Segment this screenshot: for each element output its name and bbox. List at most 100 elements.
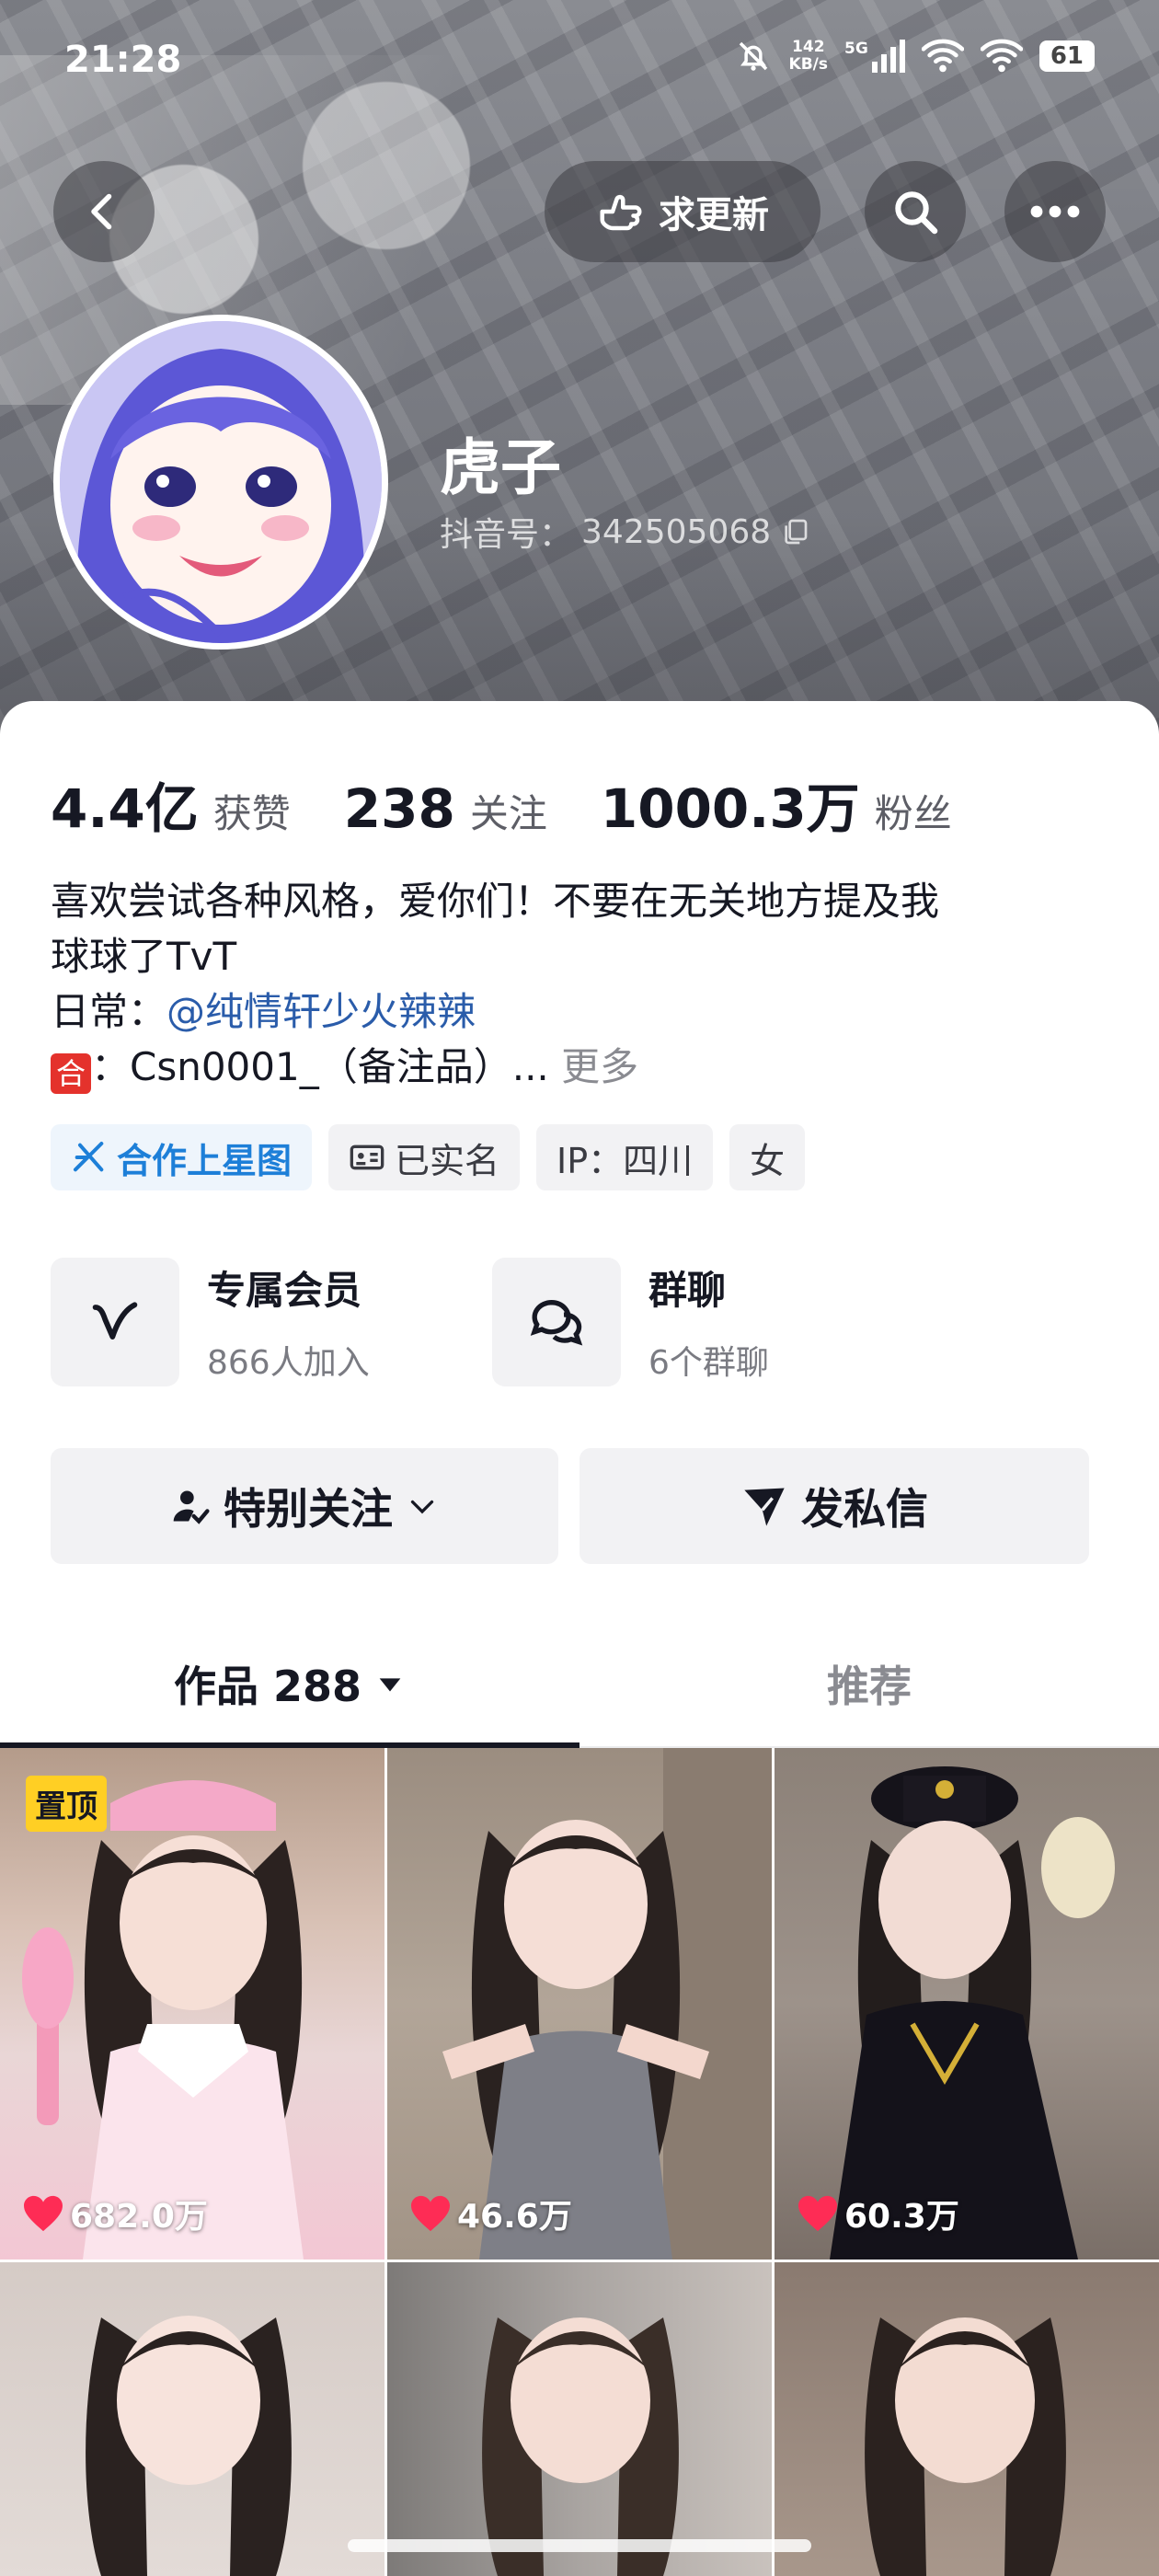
mute-bell-icon <box>739 41 767 71</box>
tag-verified-label: 已实名 <box>395 1140 500 1181</box>
send-message-label: 发私信 <box>801 1484 928 1534</box>
bio-line-1: 喜欢尝试各种风格，爱你们！不要在无关地方提及我 <box>51 879 940 924</box>
following-label: 关注 <box>469 791 547 836</box>
heart-icon <box>24 2195 63 2232</box>
video-cover-illustration <box>86 2316 292 2576</box>
video-cover <box>387 1748 772 2260</box>
tag-ip-label: IP：四川 <box>557 1140 694 1181</box>
video-thumbnail[interactable]: 置顶 682.0万 <box>0 1748 384 2260</box>
heart-icon <box>411 2195 450 2232</box>
video-cover <box>775 1748 1159 2260</box>
request-update-label: 求更新 <box>659 194 769 236</box>
bio-mention-link[interactable]: @纯情轩少火辣辣 <box>166 989 476 1034</box>
tab-recommend-label: 推荐 <box>827 1662 912 1711</box>
video-grid: 置顶 682.0万 46.6万 60.3万 <box>0 1748 1159 2576</box>
likes-count[interactable]: 4.4亿 <box>51 765 199 843</box>
more-button[interactable] <box>1004 161 1106 262</box>
profile-card: 4.4亿 获赞 238 关注 1000.3万 粉丝 喜欢尝试各种风格，爱你们！不… <box>0 701 1159 1748</box>
video-cover-illustration <box>482 2317 679 2576</box>
signal-5g-icon: 5G <box>844 40 905 73</box>
group-chat-text: 群聊 6个群聊 <box>648 1259 769 1384</box>
status-time: 21:28 <box>64 39 182 81</box>
video-likes: 60.3万 <box>797 2190 959 2237</box>
video-likes-count: 46.6万 <box>457 2198 572 2236</box>
tag-gender: 女 <box>729 1124 806 1190</box>
video-thumbnail[interactable] <box>387 2262 772 2576</box>
membership-subtitle: 866人加入 <box>207 1344 370 1382</box>
avatar[interactable] <box>53 315 388 650</box>
send-message-button[interactable]: 发私信 <box>580 1448 1089 1564</box>
caret-down-icon <box>379 1678 401 1692</box>
more-icon <box>1030 205 1080 218</box>
wifi-icon <box>921 39 964 73</box>
video-thumbnail[interactable] <box>0 2262 384 2576</box>
avatar-illustration <box>60 321 382 643</box>
chevron-down-icon <box>410 1500 434 1514</box>
hand-point-icon <box>600 194 642 231</box>
status-icons: 142 KB/s 5G 61 <box>734 37 1095 75</box>
wifi-icon <box>980 39 1023 73</box>
copy-icon[interactable] <box>780 517 809 546</box>
douyin-id-label: 抖音号： <box>440 516 573 554</box>
back-button[interactable] <box>53 161 155 262</box>
video-thumbnail[interactable]: 46.6万 <box>387 1748 772 2260</box>
video-likes: 682.0万 <box>22 2190 208 2237</box>
membership-entry[interactable]: 专属会员 866人加入 <box>51 1255 370 1388</box>
bio-more-link[interactable]: 更多 <box>561 1044 638 1089</box>
pinned-badge: 置顶 <box>26 1776 107 1832</box>
user-follow-icon <box>173 1490 210 1524</box>
bio-contact-text: ：Csn0001_（备注品）... <box>91 1044 549 1089</box>
group-chat-entry[interactable]: 群聊 6个群聊 <box>492 1255 769 1388</box>
tag-verified[interactable]: 已实名 <box>328 1124 521 1190</box>
group-chat-icon-box <box>492 1257 621 1386</box>
request-update-button[interactable]: 求更新 <box>545 161 820 262</box>
profile-tags: 合作上星图 已实名 IP：四川 女 <box>51 1124 806 1190</box>
group-chat-title: 群聊 <box>648 1268 727 1313</box>
signal-label: 5G <box>844 40 868 58</box>
video-thumbnail[interactable] <box>775 2262 1159 2576</box>
video-cover <box>775 2262 1159 2576</box>
tab-recommend[interactable]: 推荐 <box>580 1621 1159 1746</box>
video-cover <box>0 2262 384 2576</box>
tab-works[interactable]: 作品 288 <box>0 1621 580 1746</box>
content-tabs: 作品 288 推荐 <box>0 1621 1159 1748</box>
home-indicator[interactable] <box>348 2539 811 2552</box>
tab-works-label: 作品 288 <box>173 1662 362 1711</box>
he-badge-icon: 合 <box>51 1053 91 1094</box>
bio: 喜欢尝试各种风格，爱你们！不要在无关地方提及我 球球了TvT 日常：@纯情轩少火… <box>51 874 1108 1095</box>
id-card-icon <box>350 1144 384 1170</box>
membership-text: 专属会员 866人加入 <box>207 1259 370 1384</box>
net-speed-unit: KB/s <box>788 55 829 74</box>
video-likes-count: 682.0万 <box>70 2198 208 2236</box>
video-thumbnail[interactable]: 60.3万 <box>775 1748 1159 2260</box>
net-speed-value: 142 <box>792 38 825 56</box>
special-follow-button[interactable]: 特别关注 <box>51 1448 558 1564</box>
group-chat-subtitle: 6个群聊 <box>648 1344 769 1382</box>
followers-count[interactable]: 1000.3万 <box>601 765 860 843</box>
douyin-id[interactable]: 抖音号： 342505068 <box>440 508 809 556</box>
chat-bubbles-icon <box>530 1299 583 1346</box>
stats-row: 4.4亿 获赞 238 关注 1000.3万 粉丝 <box>51 765 1005 843</box>
search-button[interactable] <box>865 161 966 262</box>
following-count[interactable]: 238 <box>344 777 455 840</box>
net-speed: 142 KB/s <box>789 39 828 74</box>
tag-star-map-label: 合作上星图 <box>117 1140 293 1181</box>
special-follow-label: 特别关注 <box>224 1484 393 1534</box>
membership-title: 专属会员 <box>207 1268 362 1313</box>
douyin-id-value: 342505068 <box>581 512 772 551</box>
nickname: 虎子 <box>440 432 561 503</box>
video-likes: 46.6万 <box>409 2190 572 2237</box>
bio-line-2: 球球了TvT <box>51 934 237 979</box>
bio-line-3: 日常：@纯情轩少火辣辣 <box>51 984 1108 1040</box>
video-cover <box>387 2262 772 2576</box>
membership-icon-box <box>51 1257 179 1386</box>
battery-icon: 61 <box>1039 40 1095 72</box>
tag-star-map[interactable]: 合作上星图 <box>51 1124 313 1190</box>
star-map-icon <box>74 1142 104 1172</box>
bio-daily-prefix: 日常： <box>51 989 167 1034</box>
video-cover-illustration <box>442 1748 772 2260</box>
likes-label: 获赞 <box>212 791 291 836</box>
tag-ip-location: IP：四川 <box>536 1124 714 1190</box>
back-icon <box>91 193 112 230</box>
tag-gender-label: 女 <box>750 1140 786 1181</box>
